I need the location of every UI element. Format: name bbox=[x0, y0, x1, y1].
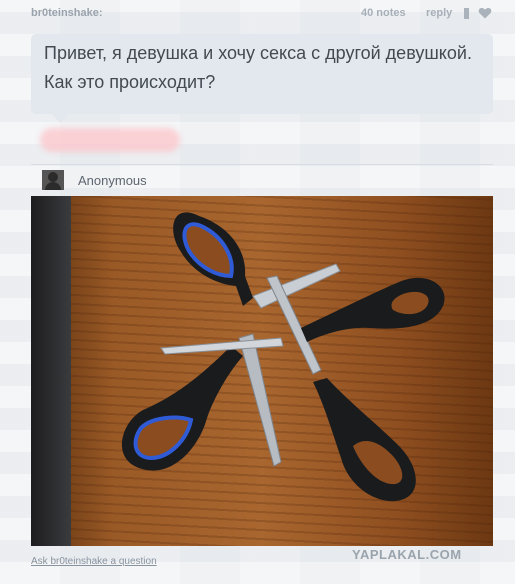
heart-icon[interactable] bbox=[478, 6, 492, 20]
asker-name: Anonymous bbox=[78, 173, 147, 188]
blade-black-1 bbox=[160, 337, 284, 355]
handle-black-2-shape bbox=[313, 378, 416, 502]
anonymous-avatar-icon bbox=[42, 170, 64, 190]
question-text: Привет, я девушка и хочу секса с другой … bbox=[44, 43, 472, 92]
redacted-answer-scribble bbox=[40, 128, 180, 152]
avatar-shoulders-shape bbox=[45, 182, 61, 190]
notes-count[interactable]: 40 notes bbox=[361, 7, 406, 19]
avatar-head-shape bbox=[48, 172, 58, 182]
ask-question-link[interactable]: Ask br0teinshake a question bbox=[31, 556, 157, 567]
post-author-username[interactable]: br0teinshake: bbox=[31, 7, 103, 19]
answer-photo bbox=[31, 196, 493, 546]
post-header: br0teinshake: 40 notes reply bbox=[0, 0, 515, 26]
scissors-illustration bbox=[121, 212, 445, 502]
reblog-icon[interactable] bbox=[464, 8, 469, 19]
blade-blue-1 bbox=[252, 263, 341, 309]
question-bubble-tail bbox=[51, 113, 69, 123]
reply-button[interactable]: reply bbox=[426, 7, 452, 19]
site-watermark: YAPLAKAL.COM bbox=[352, 547, 462, 562]
blade-blue-2 bbox=[238, 333, 282, 467]
